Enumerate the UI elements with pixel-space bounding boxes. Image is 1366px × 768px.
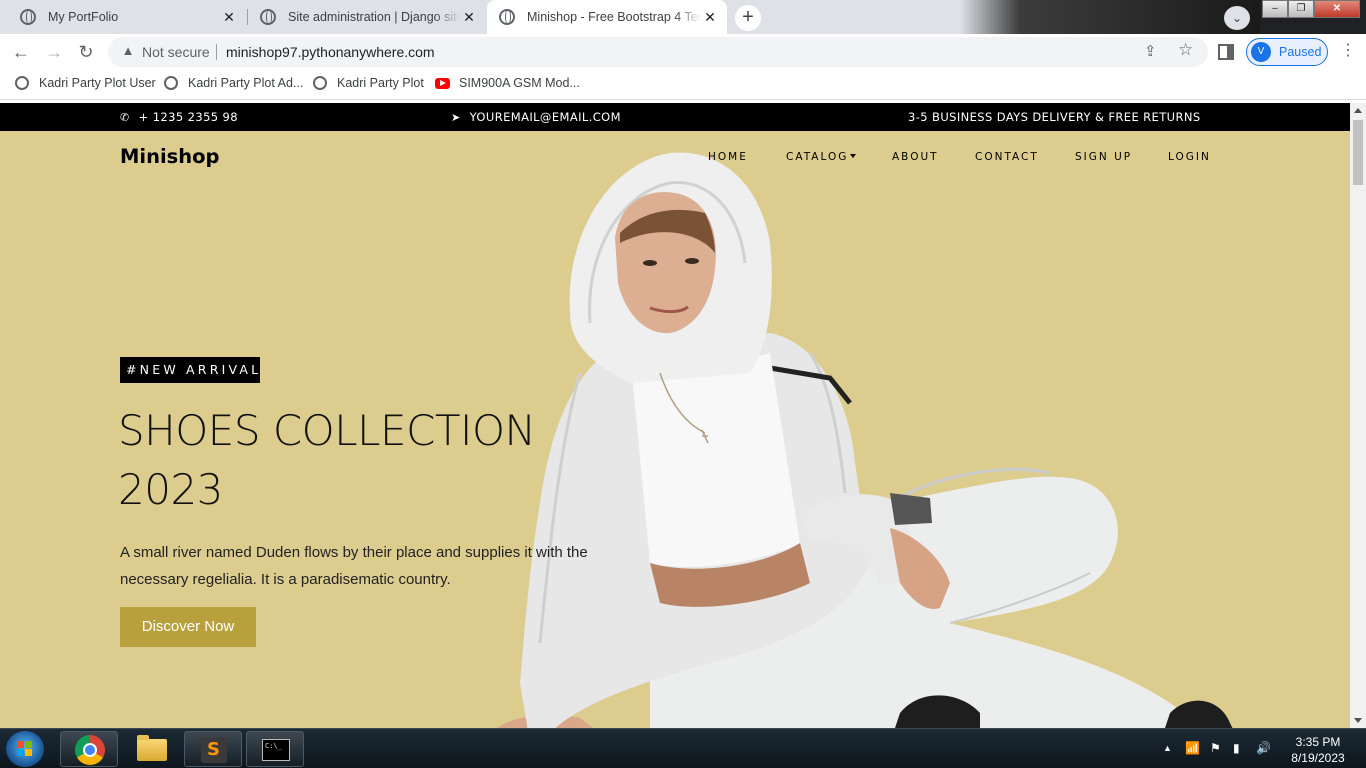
info-bar: ✆ + 1235 2355 98 ➤ YOUREMAIL@EMAIL.COM 3… [0, 103, 1350, 131]
forward-button[interactable]: → [42, 40, 66, 64]
bookmark-star-icon[interactable]: ☆ [1178, 40, 1193, 60]
discover-now-button[interactable]: Discover Now [120, 607, 256, 647]
tab-title: Minishop - Free Bootstrap 4 Template [527, 10, 701, 24]
nav-login[interactable]: LOGIN [1168, 151, 1211, 163]
hero-description: A small river named Duden flows by their… [120, 544, 588, 588]
back-button[interactable]: ← [9, 40, 33, 64]
email-info: ➤ YOUREMAIL@EMAIL.COM [451, 110, 621, 124]
network-icon[interactable]: 📶 [1185, 741, 1200, 755]
security-label[interactable]: Not secure [142, 44, 210, 60]
nav-sign-up[interactable]: SIGN UP [1075, 151, 1132, 163]
globe-icon [20, 9, 36, 25]
shipping-info: 3-5 BUSINESS DAYS DELIVERY & FREE RETURN… [908, 110, 1201, 124]
taskbar-command-prompt[interactable] [246, 731, 304, 767]
phone-icon: ✆ [120, 110, 130, 124]
url-text[interactable]: minishop97.pythonanywhere.com [226, 44, 435, 60]
command-prompt-icon [262, 739, 290, 761]
reload-button[interactable]: ↻ [74, 40, 98, 64]
bookmark-item[interactable]: SIM900A GSM Mod... [435, 76, 580, 90]
bookmark-item[interactable]: Kadri Party Plot Ad... [164, 76, 303, 90]
phone-info: ✆ + 1235 2355 98 [120, 110, 238, 124]
hero-model-image [496, 152, 1233, 728]
show-hidden-icons-icon[interactable]: ▲ [1163, 743, 1172, 753]
bookmark-item[interactable]: Kadri Party Plot [313, 76, 424, 90]
profile-status: Paused [1279, 45, 1322, 59]
globe-icon [15, 76, 29, 90]
page-viewport: ✆ + 1235 2355 98 ➤ YOUREMAIL@EMAIL.COM 3… [0, 103, 1350, 728]
nav-home[interactable]: HOME [708, 151, 748, 163]
warning-icon[interactable]: ▲ [120, 43, 136, 59]
side-panel-icon[interactable] [1218, 44, 1234, 60]
globe-icon [499, 9, 515, 25]
youtube-icon [435, 77, 450, 89]
close-tab-icon[interactable]: ✕ [703, 10, 717, 24]
battery-icon[interactable]: ▮ [1233, 741, 1240, 755]
close-tab-icon[interactable]: ✕ [222, 10, 236, 24]
bookmark-item[interactable]: Kadri Party Plot User [15, 76, 156, 90]
address-bar[interactable]: ▲ Not secure minishop97.pythonanywhere.c… [108, 37, 1208, 67]
menu-icon[interactable]: ⋮ [1340, 41, 1356, 61]
nav-contact[interactable]: CONTACT [975, 151, 1039, 163]
taskbar-file-explorer[interactable] [122, 731, 180, 767]
globe-icon [164, 76, 178, 90]
tab-title: Site administration | Django site admin [288, 10, 460, 24]
caret-down-icon [850, 154, 857, 158]
minimize-button[interactable]: ‒ [1262, 0, 1288, 18]
folder-icon [137, 735, 167, 761]
close-tab-icon[interactable]: ✕ [462, 10, 476, 24]
taskbar-sublime-text[interactable] [184, 731, 242, 767]
browser-toolbar: ← → ↻ ▲ Not secure minishop97.pythonanyw… [0, 34, 1366, 70]
share-icon[interactable]: ⇪ [1144, 42, 1157, 60]
globe-icon [313, 76, 327, 90]
scrollbar-thumb[interactable] [1353, 120, 1363, 185]
chrome-icon [75, 735, 105, 765]
hero-headline: SHOES COLLECTION 2023 [118, 406, 536, 514]
clock-time: 3:35 PM [1295, 735, 1341, 749]
new-tab-button[interactable]: + [735, 5, 761, 31]
site-navbar: Minishop HOME CATALOG ABOUT CONTACT SIGN… [0, 131, 1350, 181]
windows-taskbar: ▲ 📶 ⚑ ▮ 🔊 3:35 PM 8/19/2023 [0, 728, 1366, 768]
tab-my-portfolio[interactable]: My PortFolio ✕ [8, 0, 246, 34]
start-button[interactable] [6, 731, 44, 767]
profile-button[interactable]: V Paused [1246, 38, 1328, 66]
scroll-up-arrow-icon[interactable] [1354, 108, 1362, 113]
tab-minishop[interactable]: Minishop - Free Bootstrap 4 Template ✕ [487, 0, 727, 34]
system-clock[interactable]: 3:35 PM 8/19/2023 [1283, 734, 1353, 766]
nav-catalog-label: CATALOG [786, 151, 849, 163]
scroll-down-arrow-icon[interactable] [1354, 718, 1362, 723]
nav-catalog[interactable]: CATALOG [786, 151, 857, 163]
volume-icon[interactable]: 🔊 [1256, 741, 1271, 755]
taskbar-chrome[interactable] [60, 731, 118, 767]
new-arrival-badge: #NEW ARRIVAL [120, 357, 260, 383]
bookmarks-bar: Kadri Party Plot User Kadri Party Plot A… [0, 70, 1366, 100]
tab-strip: My PortFolio ✕ Site administration | Dja… [0, 0, 1366, 34]
paper-plane-icon: ➤ [451, 110, 461, 124]
globe-icon [260, 9, 276, 25]
tab-django-admin[interactable]: Site administration | Django site admin … [248, 0, 486, 34]
action-center-icon[interactable]: ⚑ [1210, 741, 1221, 755]
maximize-button[interactable]: ❐ [1288, 0, 1314, 18]
avatar: V [1251, 42, 1271, 62]
page-scrollbar[interactable] [1350, 103, 1366, 728]
close-window-button[interactable]: ✕ [1314, 0, 1360, 18]
nav-about[interactable]: ABOUT [892, 151, 939, 163]
tab-title: My PortFolio [48, 10, 119, 24]
tab-search-button[interactable]: ⌄ [1224, 6, 1250, 30]
sublime-text-icon [201, 737, 227, 763]
clock-date: 8/19/2023 [1291, 751, 1345, 765]
windows-logo-icon [17, 741, 33, 757]
site-logo[interactable]: Minishop [120, 145, 220, 168]
